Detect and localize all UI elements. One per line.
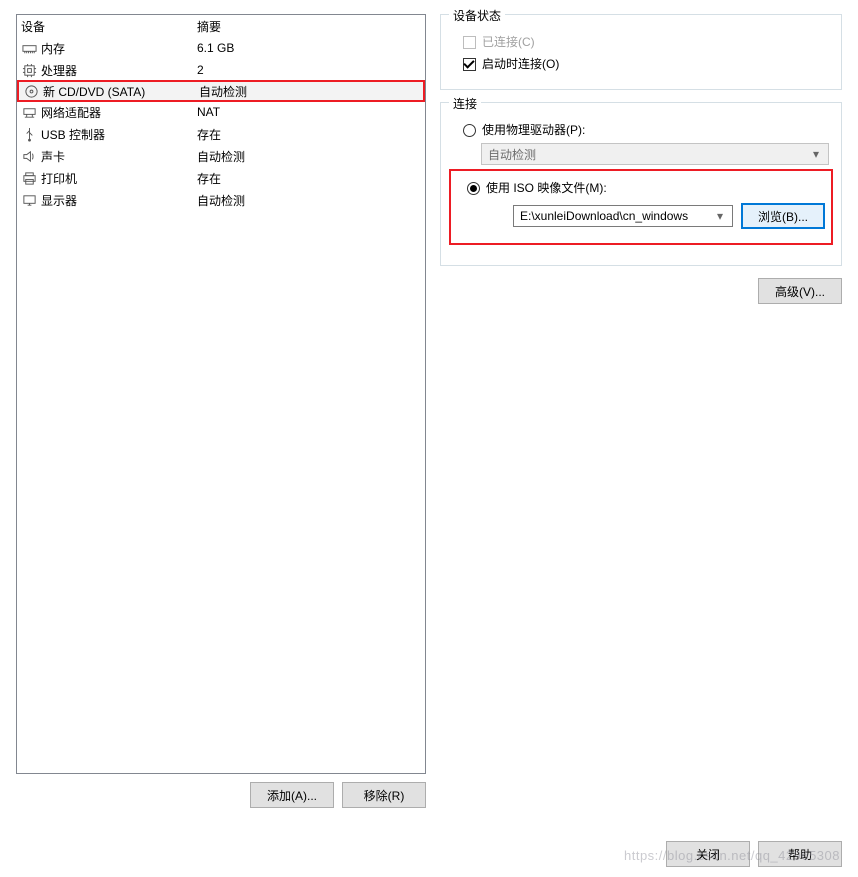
device-summary: NAT <box>197 105 425 119</box>
device-summary: 2 <box>197 63 425 77</box>
device-name: 声卡 <box>41 148 65 165</box>
physical-drive-combo: 自动检测 ▾ <box>481 143 829 165</box>
chevron-down-icon[interactable]: ▾ <box>712 209 728 223</box>
device-name: 处理器 <box>41 62 77 79</box>
device-status-group: 设备状态 已连接(C) 启动时连接(O) <box>440 14 842 90</box>
printer-icon <box>21 170 37 186</box>
connected-label: 已连接(C) <box>482 33 535 51</box>
use-iso-label: 使用 ISO 映像文件(M): <box>486 179 607 197</box>
device-summary: 自动检测 <box>197 192 425 209</box>
device-name: 内存 <box>41 40 65 57</box>
device-status-title: 设备状态 <box>449 7 505 24</box>
device-row[interactable]: 显示器 自动检测 <box>17 189 425 211</box>
connection-title: 连接 <box>449 95 481 112</box>
connected-checkbox-row: 已连接(C) <box>463 33 829 51</box>
device-summary: 自动检测 <box>199 83 423 100</box>
cpu-icon <box>21 62 37 78</box>
remove-button[interactable]: 移除(R) <box>342 782 426 808</box>
device-row[interactable]: 内存 6.1 GB <box>17 37 425 59</box>
device-row[interactable]: 网络适配器 NAT <box>17 101 425 123</box>
device-row[interactable]: 处理器 2 <box>17 59 425 81</box>
usb-icon <box>21 126 37 142</box>
connection-group: 连接 使用物理驱动器(P): 自动检测 ▾ 使用 ISO 映像文件(M): E:… <box>440 102 842 266</box>
disc-icon <box>23 83 39 99</box>
memory-icon <box>21 40 37 56</box>
col-header-summary[interactable]: 摘要 <box>197 18 425 35</box>
radio-selected-icon[interactable] <box>467 182 480 195</box>
help-button[interactable]: 帮助 <box>758 841 842 867</box>
checkbox-icon <box>463 36 476 49</box>
connect-at-poweron-label: 启动时连接(O) <box>482 55 559 73</box>
col-header-device[interactable]: 设备 <box>21 18 197 35</box>
device-list-header: 设备 摘要 <box>17 15 425 37</box>
use-iso-radio-row[interactable]: 使用 ISO 映像文件(M): <box>467 179 825 197</box>
use-physical-label: 使用物理驱动器(P): <box>482 121 585 139</box>
browse-button[interactable]: 浏览(B)... <box>741 203 825 229</box>
display-icon <box>21 192 37 208</box>
physical-drive-value: 自动检测 <box>488 146 808 163</box>
device-summary: 自动检测 <box>197 148 425 165</box>
sound-icon <box>21 148 37 164</box>
iso-path-combo[interactable]: E:\xunleiDownload\cn_windows ▾ <box>513 205 733 227</box>
add-button[interactable]: 添加(A)... <box>250 782 334 808</box>
device-name: 显示器 <box>41 192 77 209</box>
use-physical-radio-row[interactable]: 使用物理驱动器(P): <box>463 121 829 139</box>
device-summary: 存在 <box>197 170 425 187</box>
radio-icon[interactable] <box>463 124 476 137</box>
chevron-down-icon: ▾ <box>808 147 824 161</box>
device-row[interactable]: 新 CD/DVD (SATA) 自动检测 <box>17 80 425 102</box>
device-summary: 6.1 GB <box>197 41 425 55</box>
device-name: 网络适配器 <box>41 104 101 121</box>
iso-path-text: E:\xunleiDownload\cn_windows <box>520 209 712 223</box>
close-button[interactable]: 关闭 <box>666 841 750 867</box>
device-name: 新 CD/DVD (SATA) <box>43 83 145 100</box>
device-row[interactable]: 打印机 存在 <box>17 167 425 189</box>
iso-highlight-frame: 使用 ISO 映像文件(M): E:\xunleiDownload\cn_win… <box>449 169 833 245</box>
checkbox-checked-icon[interactable] <box>463 58 476 71</box>
device-name: USB 控制器 <box>41 126 105 143</box>
device-row[interactable]: USB 控制器 存在 <box>17 123 425 145</box>
device-name: 打印机 <box>41 170 77 187</box>
network-icon <box>21 104 37 120</box>
advanced-button[interactable]: 高级(V)... <box>758 278 842 304</box>
device-summary: 存在 <box>197 126 425 143</box>
device-row[interactable]: 声卡 自动检测 <box>17 145 425 167</box>
connect-at-poweron-row[interactable]: 启动时连接(O) <box>463 55 829 73</box>
device-list[interactable]: 设备 摘要 内存6.1 GB处理器2新 CD/DVD (SATA)自动检测网络适… <box>16 14 426 774</box>
dialog-footer: 关闭 帮助 <box>666 841 842 867</box>
